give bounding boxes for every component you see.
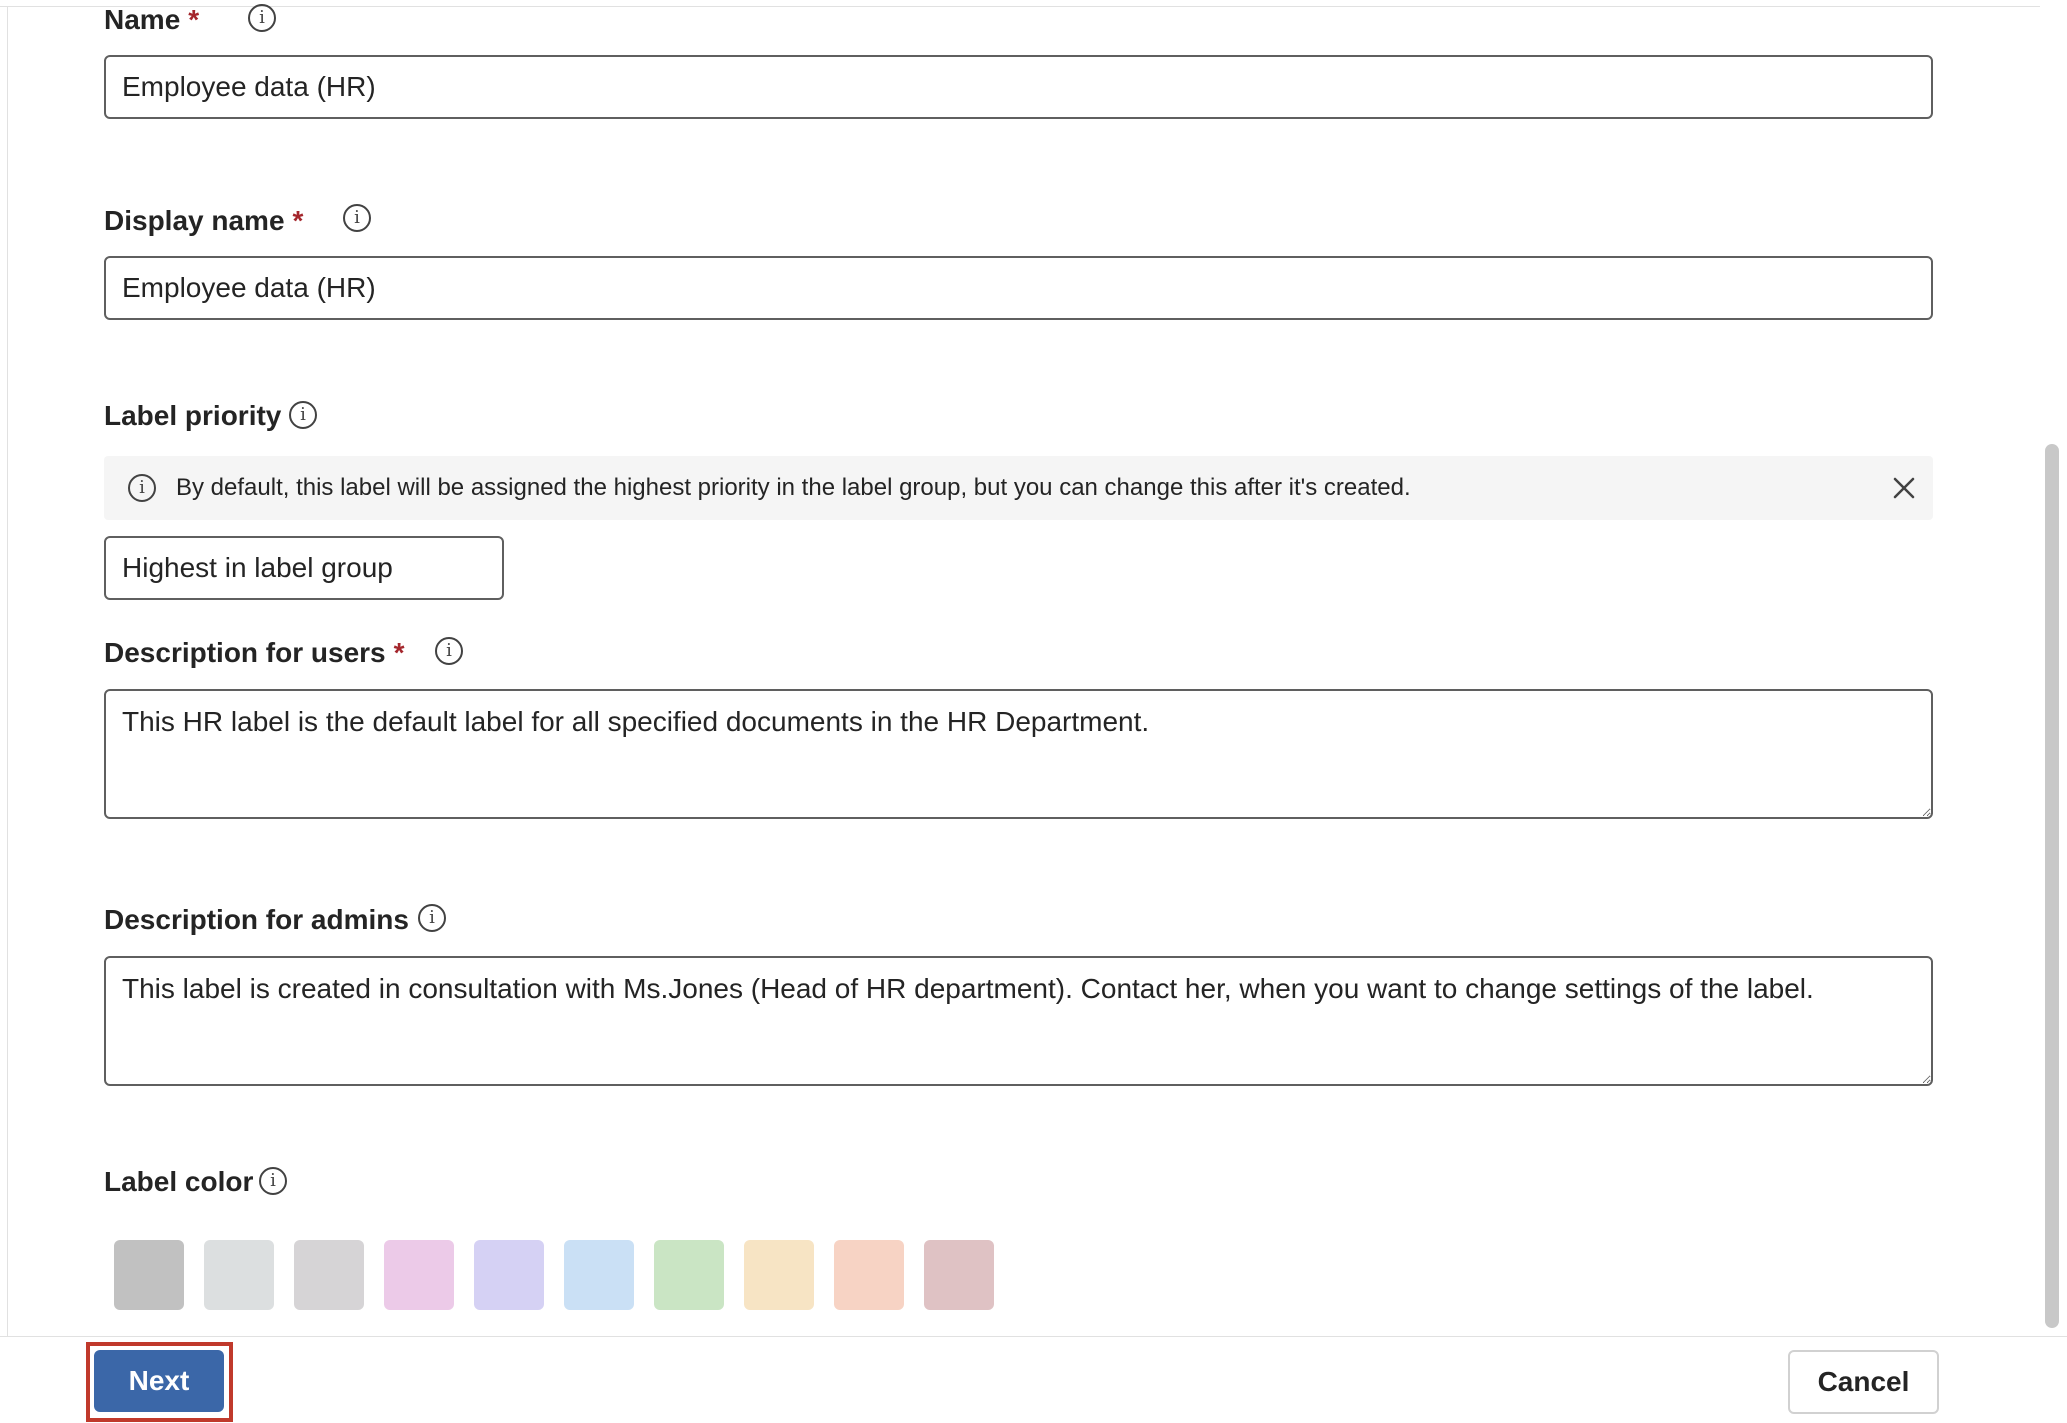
- color-swatch[interactable]: [294, 1240, 364, 1310]
- label-priority-label: Label priority: [104, 400, 282, 431]
- cancel-button[interactable]: Cancel: [1788, 1350, 1939, 1414]
- display-name-input[interactable]: [104, 256, 1933, 320]
- required-indicator: *: [188, 4, 200, 35]
- info-icon: i: [128, 474, 156, 502]
- priority-info-message: i By default, this label will be assigne…: [104, 456, 1933, 520]
- label-details-form: Name* i Display name* i Label priority i…: [0, 0, 2040, 1336]
- color-swatch[interactable]: [474, 1240, 544, 1310]
- color-swatch[interactable]: [384, 1240, 454, 1310]
- color-swatch[interactable]: [654, 1240, 724, 1310]
- required-indicator: *: [393, 637, 405, 668]
- description-users-label: Description for users *: [104, 637, 405, 668]
- footer-divider: [0, 1336, 2067, 1337]
- info-message-text: By default, this label will be assigned …: [176, 474, 1411, 501]
- display-name-label: Display name *: [104, 205, 304, 236]
- info-icon[interactable]: i: [289, 401, 317, 429]
- color-swatch[interactable]: [834, 1240, 904, 1310]
- label-color-label: Label color: [104, 1166, 254, 1197]
- description-admins-textarea[interactable]: This label is created in consultation wi…: [104, 956, 1933, 1086]
- description-admins-label: Description for admins: [104, 904, 409, 935]
- label-priority-field[interactable]: Highest in label group: [104, 536, 504, 600]
- name-input[interactable]: [104, 55, 1933, 119]
- scrollbar-thumb[interactable]: [2045, 444, 2059, 1328]
- required-indicator: *: [292, 205, 304, 236]
- color-swatch[interactable]: [204, 1240, 274, 1310]
- info-icon[interactable]: i: [435, 637, 463, 665]
- color-swatch[interactable]: [564, 1240, 634, 1310]
- color-swatch[interactable]: [924, 1240, 994, 1310]
- info-icon[interactable]: i: [259, 1167, 287, 1195]
- info-icon[interactable]: i: [418, 904, 446, 932]
- name-label: Name *: [104, 4, 200, 35]
- close-icon[interactable]: [1888, 472, 1920, 504]
- color-swatch[interactable]: [114, 1240, 184, 1310]
- description-users-textarea[interactable]: This HR label is the default label for a…: [104, 689, 1933, 819]
- info-icon[interactable]: i: [248, 4, 276, 32]
- info-icon[interactable]: i: [343, 204, 371, 232]
- next-button[interactable]: Next: [94, 1350, 224, 1412]
- color-swatch[interactable]: [744, 1240, 814, 1310]
